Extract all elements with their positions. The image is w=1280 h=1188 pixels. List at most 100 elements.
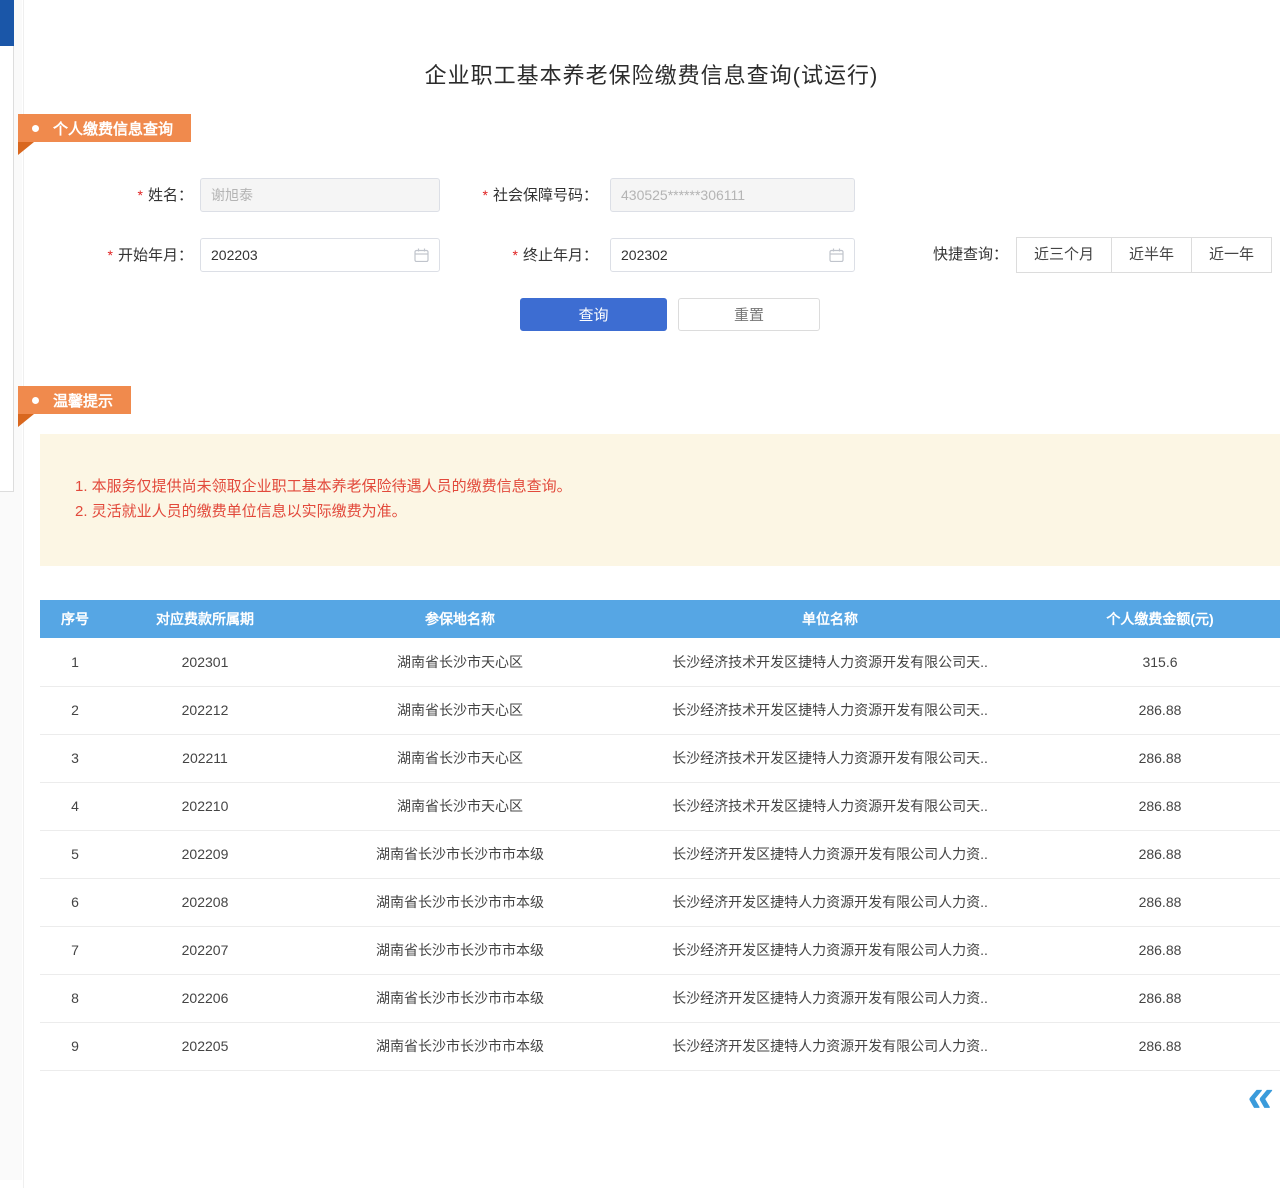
col-seq: 序号 — [40, 600, 110, 638]
table-cell: 315.6 — [1040, 638, 1280, 686]
col-region: 参保地名称 — [300, 600, 620, 638]
table-cell: 202205 — [110, 1022, 300, 1070]
table-row: 8202206湖南省长沙市长沙市市本级长沙经济开发区捷特人力资源开发有限公司人力… — [40, 974, 1280, 1022]
ssn-label: *社会保障号码： — [430, 178, 598, 213]
table-cell: 286.88 — [1040, 974, 1280, 1022]
table-row: 4202210湖南省长沙市天心区长沙经济技术开发区捷特人力资源开发有限公司天..… — [40, 782, 1280, 830]
table-cell: 湖南省长沙市长沙市市本级 — [300, 926, 620, 974]
table-cell: 202207 — [110, 926, 300, 974]
end-month-field[interactable]: 202302 — [610, 238, 855, 272]
required-mark: * — [513, 247, 518, 263]
name-label: *姓名： — [60, 178, 193, 213]
table-cell: 5 — [40, 830, 110, 878]
ribbon-fold — [18, 142, 34, 155]
name-field[interactable]: 谢旭泰 — [200, 178, 440, 212]
end-month-value: 202302 — [621, 247, 823, 263]
table-cell: 9 — [40, 1022, 110, 1070]
table-header-row: 序号 对应费款所属期 参保地名称 单位名称 个人缴费金额(元) — [40, 600, 1280, 638]
table-cell: 湖南省长沙市天心区 — [300, 734, 620, 782]
table-cell: 202210 — [110, 782, 300, 830]
quick-halfyear-button[interactable]: 近半年 — [1111, 237, 1192, 273]
ssn-field[interactable]: 430525******306111 — [610, 178, 855, 212]
table-cell: 202208 — [110, 878, 300, 926]
table-cell: 长沙经济开发区捷特人力资源开发有限公司人力资.. — [620, 830, 1040, 878]
ssn-value: 430525******306111 — [621, 187, 844, 203]
name-value: 谢旭泰 — [211, 185, 429, 205]
required-mark: * — [138, 187, 143, 203]
col-employer: 单位名称 — [620, 600, 1040, 638]
table-cell: 3 — [40, 734, 110, 782]
table-cell: 286.88 — [1040, 1022, 1280, 1070]
table-row: 1202301湖南省长沙市天心区长沙经济技术开发区捷特人力资源开发有限公司天..… — [40, 638, 1280, 686]
table-cell: 286.88 — [1040, 734, 1280, 782]
table-cell: 286.88 — [1040, 926, 1280, 974]
payment-table: 序号 对应费款所属期 参保地名称 单位名称 个人缴费金额(元) 1202301湖… — [40, 600, 1280, 1071]
section-badge-label: 温馨提示 — [53, 390, 113, 411]
table-cell: 长沙经济技术开发区捷特人力资源开发有限公司天.. — [620, 734, 1040, 782]
page-title: 企业职工基本养老保险缴费信息查询(试运行) — [23, 58, 1280, 90]
start-month-field[interactable]: 202203 — [200, 238, 440, 272]
start-month-label: *开始年月： — [60, 238, 193, 273]
table-cell: 湖南省长沙市天心区 — [300, 686, 620, 734]
table-cell: 8 — [40, 974, 110, 1022]
table-cell: 湖南省长沙市长沙市市本级 — [300, 830, 620, 878]
section-badge-label: 个人缴费信息查询 — [53, 118, 173, 139]
required-mark: * — [483, 187, 488, 203]
table-cell: 湖南省长沙市天心区 — [300, 638, 620, 686]
table-row: 7202207湖南省长沙市长沙市市本级长沙经济开发区捷特人力资源开发有限公司人力… — [40, 926, 1280, 974]
table-row: 9202205湖南省长沙市长沙市市本级长沙经济开发区捷特人力资源开发有限公司人力… — [40, 1022, 1280, 1070]
bullet-icon — [32, 125, 39, 132]
table-cell: 长沙经济开发区捷特人力资源开发有限公司人力资.. — [620, 1022, 1040, 1070]
table-cell: 286.88 — [1040, 878, 1280, 926]
table-cell: 湖南省长沙市长沙市市本级 — [300, 878, 620, 926]
quick-3months-button[interactable]: 近三个月 — [1016, 237, 1112, 273]
table-cell: 6 — [40, 878, 110, 926]
table-cell: 长沙经济技术开发区捷特人力资源开发有限公司天.. — [620, 782, 1040, 830]
table-cell: 286.88 — [1040, 782, 1280, 830]
reset-button[interactable]: 重置 — [678, 298, 820, 331]
end-month-label: *终止年月： — [430, 238, 598, 273]
table-cell: 长沙经济开发区捷特人力资源开发有限公司人力资.. — [620, 974, 1040, 1022]
sidebar-header-block — [0, 0, 14, 46]
quick-query-label: 快捷查询： — [933, 237, 1008, 273]
quick-1year-button[interactable]: 近一年 — [1191, 237, 1272, 273]
table-cell: 202211 — [110, 734, 300, 782]
search-button[interactable]: 查询 — [520, 298, 667, 331]
table-cell: 202209 — [110, 830, 300, 878]
table-cell: 7 — [40, 926, 110, 974]
table-cell: 202206 — [110, 974, 300, 1022]
start-month-value: 202203 — [211, 247, 408, 263]
table-cell: 1 — [40, 638, 110, 686]
table-cell: 湖南省长沙市天心区 — [300, 782, 620, 830]
table-cell: 2 — [40, 686, 110, 734]
quick-query-group: 近三个月 近半年 近一年 — [1016, 237, 1272, 273]
calendar-icon — [414, 248, 429, 262]
table-cell: 202301 — [110, 638, 300, 686]
table-cell: 286.88 — [1040, 830, 1280, 878]
tips-line: 1. 本服务仅提供尚未领取企业职工基本养老保险待遇人员的缴费信息查询。 — [75, 474, 1260, 499]
table-cell: 长沙经济开发区捷特人力资源开发有限公司人力资.. — [620, 926, 1040, 974]
tips-notice-box: 1. 本服务仅提供尚未领取企业职工基本养老保险待遇人员的缴费信息查询。 2. 灵… — [40, 434, 1280, 566]
table-cell: 长沙经济开发区捷特人力资源开发有限公司人力资.. — [620, 878, 1040, 926]
col-period: 对应费款所属期 — [110, 600, 300, 638]
table-cell: 4 — [40, 782, 110, 830]
section-badge-tips: 温馨提示 — [18, 386, 131, 414]
table-cell: 286.88 — [1040, 686, 1280, 734]
section-badge-personal-query: 个人缴费信息查询 — [18, 114, 191, 142]
ribbon-fold — [18, 414, 34, 427]
tips-line: 2. 灵活就业人员的缴费单位信息以实际缴费为准。 — [75, 499, 1260, 524]
table-row: 5202209湖南省长沙市长沙市市本级长沙经济开发区捷特人力资源开发有限公司人力… — [40, 830, 1280, 878]
table-cell: 202212 — [110, 686, 300, 734]
table-row: 3202211湖南省长沙市天心区长沙经济技术开发区捷特人力资源开发有限公司天..… — [40, 734, 1280, 782]
table-cell: 湖南省长沙市长沙市市本级 — [300, 974, 620, 1022]
table-cell: 湖南省长沙市长沙市市本级 — [300, 1022, 620, 1070]
required-mark: * — [108, 247, 113, 263]
col-amount: 个人缴费金额(元) — [1040, 600, 1280, 638]
bullet-icon — [32, 397, 39, 404]
table-cell: 长沙经济技术开发区捷特人力资源开发有限公司天.. — [620, 686, 1040, 734]
calendar-icon — [829, 248, 844, 262]
table-row: 2202212湖南省长沙市天心区长沙经济技术开发区捷特人力资源开发有限公司天..… — [40, 686, 1280, 734]
table-cell: 长沙经济技术开发区捷特人力资源开发有限公司天.. — [620, 638, 1040, 686]
collapsed-sidebar — [0, 0, 14, 492]
table-row: 6202208湖南省长沙市长沙市市本级长沙经济开发区捷特人力资源开发有限公司人力… — [40, 878, 1280, 926]
